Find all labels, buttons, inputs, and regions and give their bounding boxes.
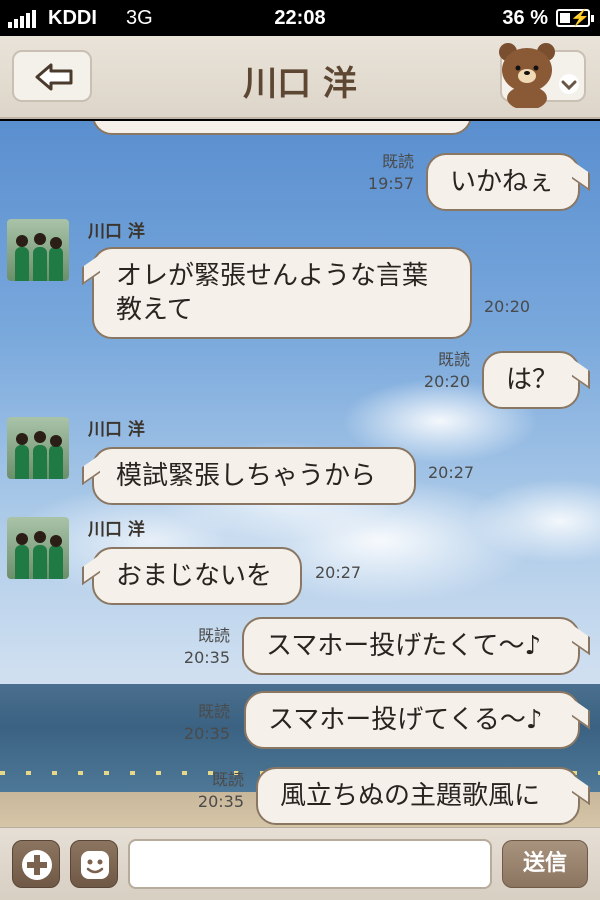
message-meta: 既読 20:35 xyxy=(156,625,230,669)
sender-name: 川口 洋 xyxy=(88,520,145,540)
message-text: スマホー投げてくる〜♪ xyxy=(268,705,543,735)
read-receipt: 既読 xyxy=(211,770,244,789)
message-bubble-cutoff xyxy=(92,121,472,135)
message-text: 模試緊張しちゃうから xyxy=(116,461,377,491)
battery-percent: 36 % xyxy=(502,7,548,29)
message-text: は？ xyxy=(506,365,559,395)
message-meta: 既読 20:35 xyxy=(156,701,230,745)
message-text: おまじないを xyxy=(116,561,273,591)
sticker-button[interactable] xyxy=(70,840,118,888)
message-bubble[interactable]: スマホー投げたくて〜♪ xyxy=(242,617,580,675)
message-bubble[interactable]: おまじないを xyxy=(92,547,302,605)
plus-icon xyxy=(22,850,52,880)
message-bubble[interactable]: 風立ちぬの主題歌風に xyxy=(256,767,580,825)
bear-sticker-icon xyxy=(499,43,555,108)
message-time: 20:20 xyxy=(484,297,531,316)
avatar[interactable] xyxy=(7,517,69,579)
message-time: 20:27 xyxy=(428,463,475,482)
sender-name: 川口 洋 xyxy=(88,420,145,440)
message-bubble[interactable]: いかねぇ xyxy=(426,153,580,211)
avatar[interactable] xyxy=(7,417,69,479)
message-time: 20:27 xyxy=(315,563,362,582)
message-text: スマホー投げたくて〜♪ xyxy=(266,631,542,661)
message-meta: 既読 20:35 xyxy=(170,769,244,813)
message-time: 19:57 xyxy=(367,174,414,193)
message-time: 20:35 xyxy=(197,792,244,811)
message-bubble[interactable]: オレが緊張せんような言葉 教えて xyxy=(92,247,472,339)
smiley-icon xyxy=(81,851,109,879)
add-button[interactable] xyxy=(12,840,60,888)
status-bar: KDDI 3G 22:08 36 % ⚡ xyxy=(0,0,600,36)
battery-icon: ⚡ xyxy=(556,9,594,27)
message-time: 20:35 xyxy=(183,724,230,743)
read-receipt: 既読 xyxy=(381,152,414,171)
message-time: 20:20 xyxy=(423,372,470,391)
read-receipt: 既読 xyxy=(437,350,470,369)
message-input[interactable] xyxy=(128,839,492,889)
message-meta: 既読 20:20 xyxy=(396,349,470,393)
read-receipt: 既読 xyxy=(197,702,230,721)
message-bubble[interactable]: 模試緊張しちゃうから xyxy=(92,447,416,505)
message-text-line: オレが緊張せんような言葉 xyxy=(116,261,429,291)
message-time: 20:35 xyxy=(183,648,230,667)
read-receipt: 既読 xyxy=(197,626,230,645)
sender-name: 川口 洋 xyxy=(88,222,145,242)
message-bubble[interactable]: スマホー投げてくる〜♪ xyxy=(244,691,580,749)
message-bubble[interactable]: は？ xyxy=(482,351,580,409)
input-bar: 送信 xyxy=(0,827,600,900)
message-text: 風立ちぬの主題歌風に xyxy=(280,781,541,811)
chevron-down-icon xyxy=(559,74,579,94)
message-text-line: 教えて xyxy=(116,295,193,325)
message-meta: 既読 19:57 xyxy=(340,151,414,195)
chat-history[interactable]: 既読 19:57 いかねぇ 川口 洋 オレが緊張せんような言葉 教えて 20:2… xyxy=(0,121,600,827)
avatar[interactable] xyxy=(7,219,69,281)
send-button[interactable]: 送信 xyxy=(502,840,588,888)
message-text: いかねぇ xyxy=(450,167,555,197)
